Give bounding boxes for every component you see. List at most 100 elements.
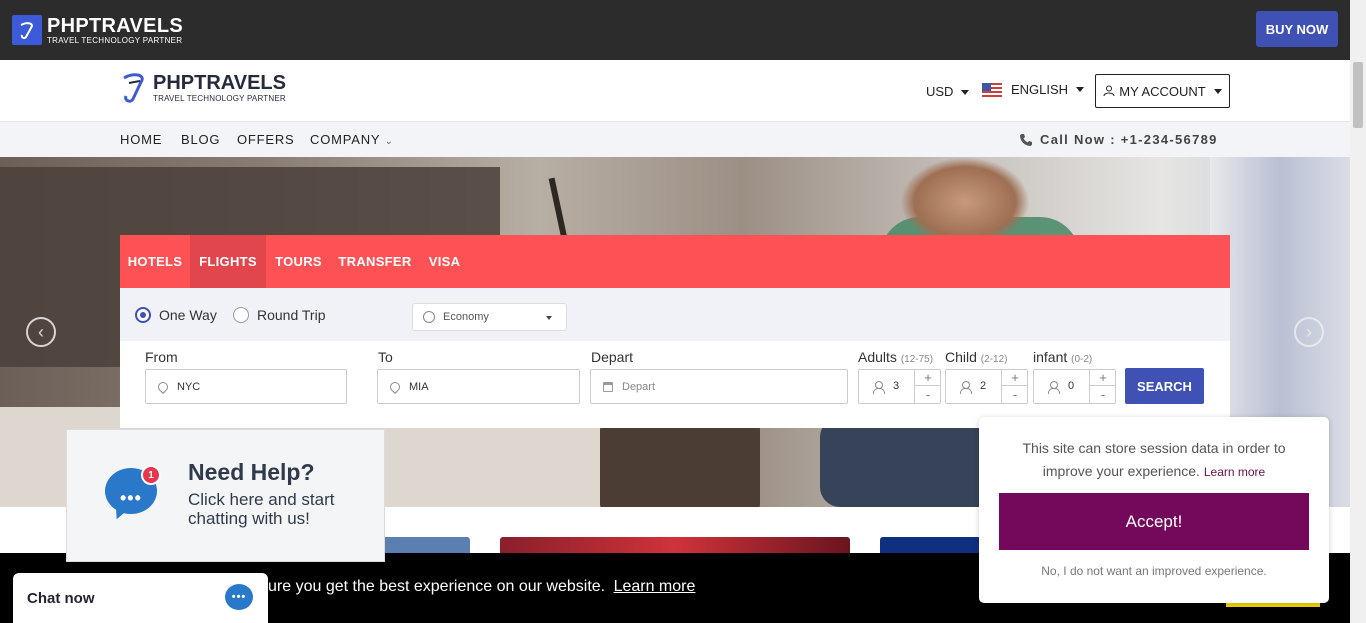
nav-blog[interactable]: BLOG — [181, 132, 220, 147]
depart-label: Depart — [591, 349, 634, 365]
currency-label: USD — [926, 84, 954, 99]
depart-input[interactable]: Depart — [590, 369, 848, 404]
child-plus-button[interactable]: + — [1002, 370, 1028, 386]
top-logo[interactable]: PHPTRAVELS TRAVEL TECHNOLOGY PARTNER — [12, 15, 183, 45]
site-brand: PHPTRAVELS — [153, 72, 286, 94]
chevron-down-icon — [1213, 88, 1222, 94]
infant-range: (0-2) — [1071, 354, 1093, 365]
child-range: (2-12) — [980, 354, 1008, 365]
hero-person-head — [900, 157, 1030, 247]
chat-dots-icon: ••• — [120, 488, 142, 508]
hero-suitcase — [600, 422, 760, 507]
user-icon — [960, 380, 972, 394]
nav-company-label: COMPANY — [310, 132, 381, 147]
chevron-down-icon — [961, 90, 970, 96]
consent-message: This site can store session data in orde… — [999, 437, 1309, 484]
calendar-icon — [603, 381, 613, 392]
search-button[interactable]: SEARCH — [1125, 368, 1204, 404]
consent-learn-more-link[interactable]: Learn more — [1204, 465, 1265, 479]
child-label-text: Child — [945, 349, 977, 365]
scroll-thumb[interactable] — [1353, 62, 1363, 128]
site-logo[interactable]: PHPTRAVELS TRAVEL TECHNOLOGY PARTNER — [120, 72, 286, 104]
main-nav: HOME BLOG OFFERS COMPANY ⌄ Call Now : +1… — [0, 121, 1350, 157]
language-label: ENGLISH — [1011, 82, 1069, 97]
cookie-banner-text: ure you get the best experience on our w… — [268, 578, 695, 596]
to-label: To — [378, 349, 393, 365]
help-subtitle: Click here and start chatting with us! — [188, 490, 335, 528]
radio-unchecked-icon — [233, 307, 249, 323]
consent-popup: This site can store session data in orde… — [979, 417, 1329, 603]
adults-label: Adults (12-75) — [858, 349, 933, 365]
child-stepper[interactable]: 2 + - — [945, 369, 1028, 404]
top-tagline: TRAVEL TECHNOLOGY PARTNER — [47, 35, 183, 45]
child-minus-button[interactable]: - — [1002, 386, 1028, 402]
infant-label: infant (0-2) — [1033, 349, 1092, 365]
us-flag-icon — [982, 82, 1002, 97]
my-account-button[interactable]: MY ACCOUNT — [1095, 74, 1230, 108]
location-pin-icon — [387, 379, 403, 394]
accept-button[interactable]: Accept! — [999, 493, 1309, 550]
cabin-class-select[interactable]: Economy — [412, 303, 567, 331]
need-help-widget[interactable]: ••• 1 Need Help? Click here and start ch… — [66, 429, 385, 562]
adults-value: 3 — [893, 380, 900, 392]
infant-minus-button[interactable]: - — [1090, 386, 1116, 402]
language-dropdown[interactable]: ENGLISH — [982, 82, 1085, 97]
site-tagline: TRAVEL TECHNOLOGY PARTNER — [153, 94, 286, 103]
radio-checked-icon — [135, 307, 151, 323]
phone-icon — [1020, 133, 1032, 146]
adults-stepper[interactable]: 3 + - — [858, 369, 941, 404]
chat-now-label: Chat now — [27, 590, 95, 607]
slider-prev-icon[interactable]: ‹ — [26, 317, 56, 347]
to-input[interactable]: MIA — [377, 369, 580, 404]
tab-tours[interactable]: TOURS — [266, 235, 331, 288]
location-pin-icon — [155, 379, 171, 394]
tab-visa[interactable]: VISA — [419, 235, 470, 288]
infant-plus-button[interactable]: + — [1090, 370, 1116, 386]
chat-icon: ••• — [225, 584, 253, 610]
top-bar: PHPTRAVELS TRAVEL TECHNOLOGY PARTNER BUY… — [0, 0, 1350, 60]
call-now[interactable]: Call Now : +1-234-56789 — [1019, 132, 1218, 147]
cookie-learn-more-link[interactable]: Learn more — [614, 578, 696, 595]
user-icon — [1048, 380, 1060, 394]
call-now-text: Call Now : +1-234-56789 — [1040, 132, 1218, 147]
round-trip-label: Round Trip — [257, 307, 326, 323]
chat-now-bar[interactable]: Chat now ••• — [13, 573, 268, 623]
child-value: 2 — [980, 380, 987, 392]
one-way-label: One Way — [159, 307, 217, 323]
top-brand: PHPTRAVELS — [47, 14, 183, 37]
search-tabs: HOTELS FLIGHTS TOURS TRANSFER VISA — [120, 235, 1230, 288]
account-label: MY ACCOUNT — [1119, 83, 1206, 99]
user-icon — [873, 380, 885, 394]
slider-next-icon[interactable]: › — [1294, 317, 1324, 347]
adults-label-text: Adults — [858, 349, 897, 365]
to-value: MIA — [409, 380, 429, 393]
nav-offers[interactable]: OFFERS — [237, 132, 295, 147]
chevron-down-icon: ⌄ — [384, 136, 394, 147]
adults-range: (12-75) — [900, 354, 934, 365]
buy-now-button[interactable]: BUY NOW — [1256, 11, 1338, 47]
cabin-class-value: Economy — [443, 311, 489, 323]
infant-label-text: infant — [1033, 349, 1068, 365]
infant-stepper[interactable]: 0 + - — [1033, 369, 1116, 404]
adults-plus-button[interactable]: + — [915, 370, 941, 386]
from-label: From — [145, 349, 178, 365]
nav-home[interactable]: HOME — [120, 132, 162, 147]
logo-mark-icon — [12, 15, 42, 45]
currency-dropdown[interactable]: USD — [926, 84, 970, 99]
from-input[interactable]: NYC — [145, 369, 347, 404]
from-value: NYC — [177, 380, 201, 393]
tab-flights[interactable]: FLIGHTS — [190, 235, 266, 288]
adults-minus-button[interactable]: - — [915, 386, 941, 402]
round-trip-radio[interactable]: Round Trip — [233, 307, 325, 323]
one-way-radio[interactable]: One Way — [135, 307, 217, 323]
child-label: Child (2-12) — [945, 349, 1007, 365]
nav-company[interactable]: COMPANY ⌄ — [310, 132, 394, 147]
user-icon — [1103, 85, 1115, 97]
logo-mark-icon — [123, 73, 144, 103]
notification-badge: 1 — [141, 465, 161, 485]
decline-link[interactable]: No, I do not want an improved experience… — [999, 564, 1309, 578]
tab-transfer[interactable]: TRANSFER — [331, 235, 419, 288]
page-scrollbar[interactable] — [1350, 0, 1366, 623]
site-header: PHPTRAVELS TRAVEL TECHNOLOGY PARTNER USD… — [0, 60, 1350, 121]
tab-hotels[interactable]: HOTELS — [120, 235, 190, 288]
